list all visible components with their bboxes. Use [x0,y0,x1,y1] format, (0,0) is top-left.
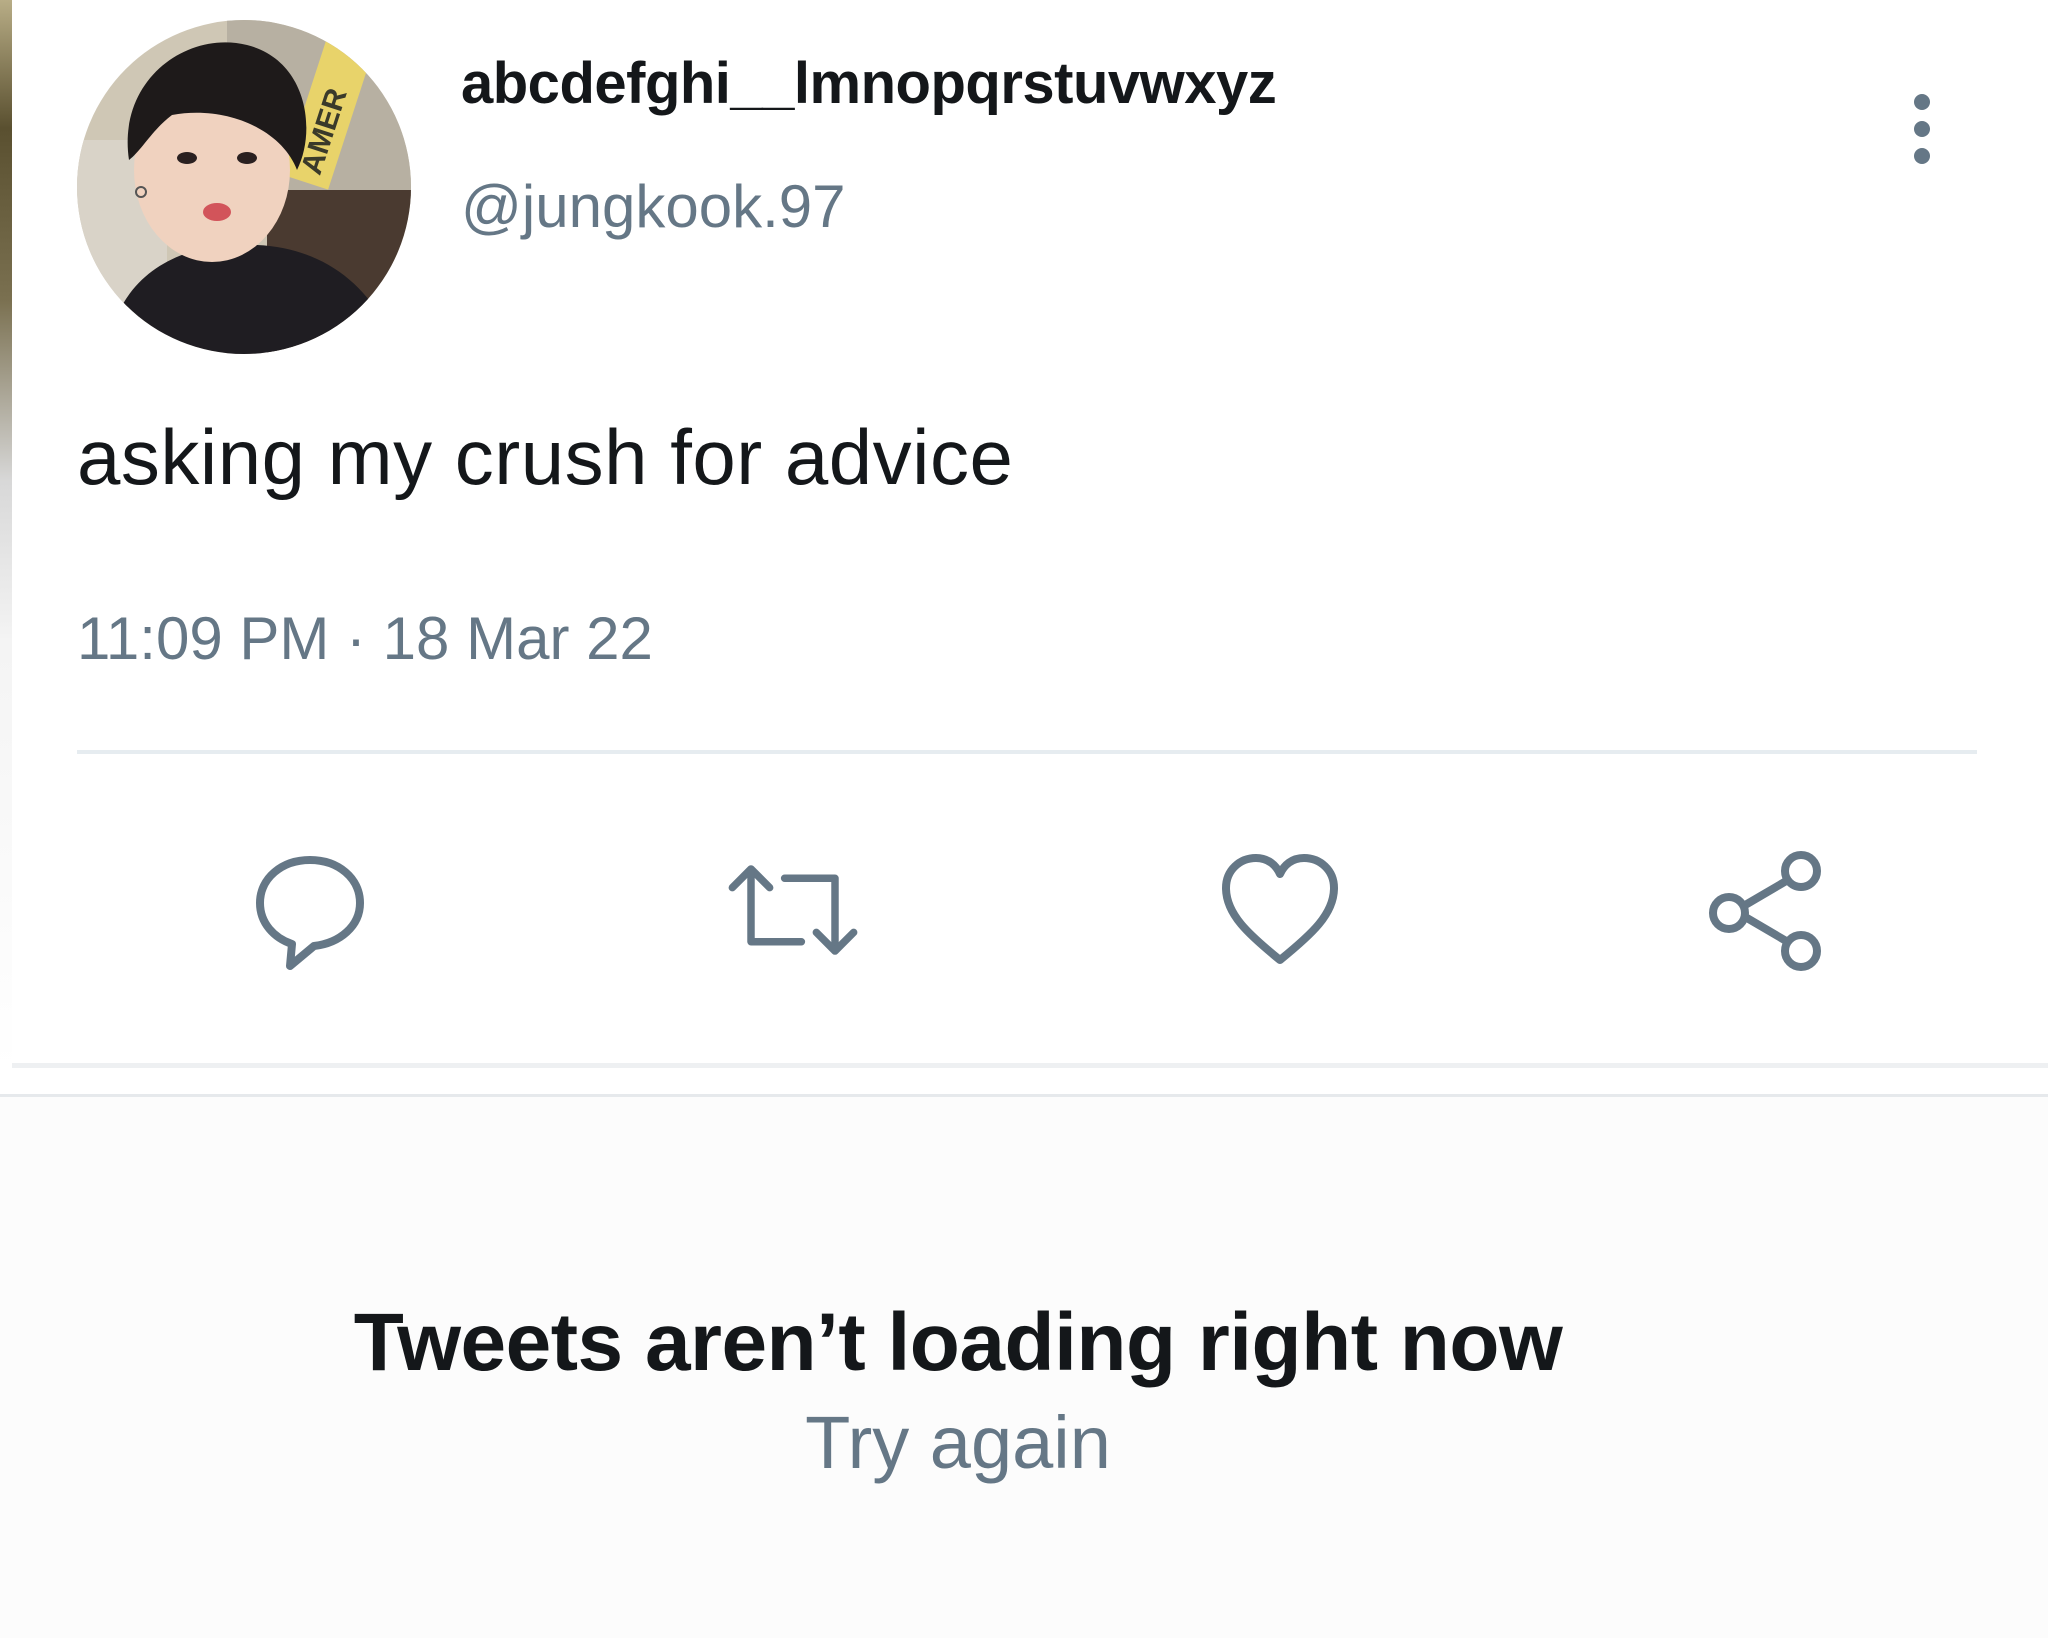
like-button[interactable] [1210,840,1350,980]
error-title: Tweets aren’t loading right now [353,1297,1563,1388]
left-edge-strip [0,0,12,1070]
try-again-link[interactable]: Try again [0,1400,1916,1485]
page: AMER abcdefghi__lmnopqrstuvwxyz @jungkoo… [0,0,2048,1638]
user-handle[interactable]: @jungkook.97 [461,172,846,241]
reply-button[interactable] [240,840,380,980]
tweet-bottom-border [12,1063,2048,1068]
share-button[interactable] [1696,840,1836,980]
display-name[interactable]: abcdefghi__lmnopqrstuvwxyz [461,50,1277,117]
tweet-text: asking my crush for advice [77,413,1014,501]
tweet-timestamp[interactable]: 11:09 PM · 18 Mar 22 [77,604,653,673]
reply-icon [256,856,364,970]
more-options-button[interactable] [1900,86,1944,176]
more-vertical-icon [1914,94,1930,164]
retweet-icon [728,865,858,955]
heart-icon [1222,854,1338,964]
avatar-photo-icon: AMER [77,20,411,354]
divider [77,750,1977,754]
avatar[interactable]: AMER [77,20,411,354]
share-icon [1709,851,1821,971]
retweet-button[interactable] [723,840,863,980]
